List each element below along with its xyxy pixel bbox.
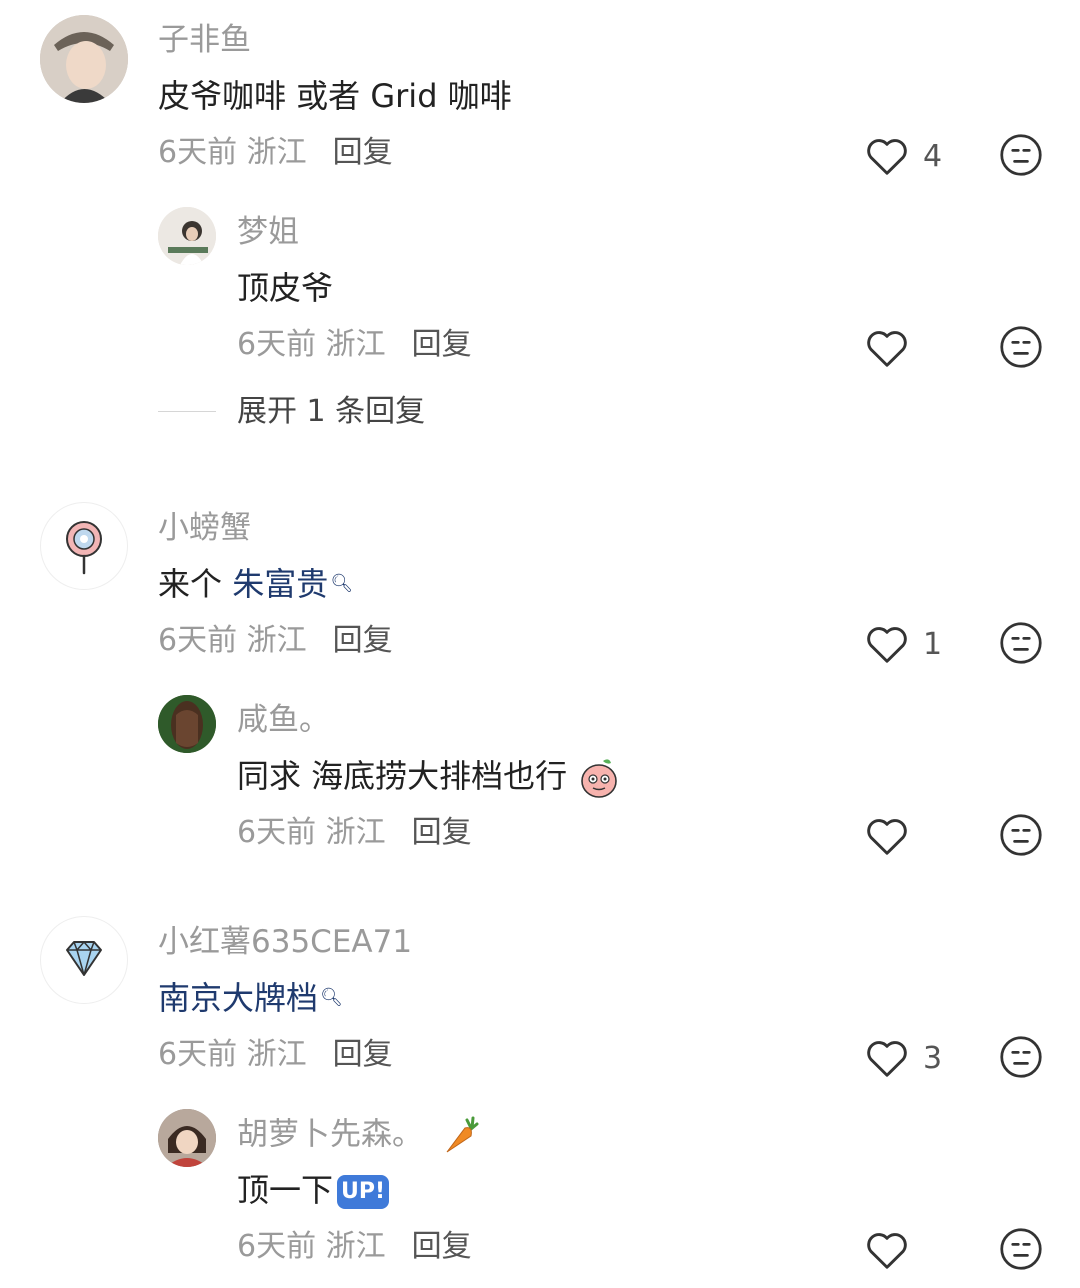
comment-text-body: 同求 海底捞大排档也行 — [237, 757, 568, 795]
reply-button[interactable]: 回复 — [412, 1229, 472, 1264]
avatar[interactable] — [158, 1109, 216, 1167]
like-button[interactable] — [865, 814, 923, 858]
heart-outline-icon — [867, 819, 907, 855]
comment-username[interactable]: 子非鱼 — [158, 20, 251, 60]
expand-replies-button[interactable]: 展开 1 条回复 — [237, 392, 425, 432]
avatar[interactable] — [158, 695, 216, 753]
comment-time-location: 6天前 浙江 — [237, 815, 386, 850]
like-button[interactable] — [865, 326, 923, 370]
comment-username[interactable]: 梦姐 — [237, 212, 299, 252]
expand-divider — [158, 411, 216, 412]
search-keyword-link[interactable]: 朱富贵 — [232, 565, 328, 603]
comment-text: 同求 海底捞大排档也行 — [237, 754, 619, 799]
heart-outline-icon — [867, 331, 907, 367]
comment-meta: 6天前 浙江 回复 — [237, 813, 472, 853]
avatar-photo — [40, 15, 128, 103]
comment-text: 来个 朱富贵 🔍︎ — [158, 562, 353, 606]
avatar-photo — [158, 695, 216, 753]
heart-outline-icon — [867, 139, 907, 175]
like-count: 4 — [923, 138, 943, 174]
comment-username[interactable]: 咸鱼。 — [237, 700, 330, 740]
avatar-photo — [158, 207, 216, 265]
heart-outline-icon — [867, 627, 907, 663]
peach-emoji-icon — [581, 759, 618, 798]
reply-button[interactable]: 回复 — [333, 623, 393, 658]
meh-face-icon[interactable] — [999, 621, 1043, 665]
meh-face-icon[interactable] — [999, 813, 1043, 857]
reply-button[interactable]: 回复 — [333, 1037, 393, 1072]
comment-time-location: 6天前 浙江 — [158, 1037, 307, 1072]
avatar[interactable] — [40, 15, 128, 103]
avatar[interactable] — [158, 207, 216, 265]
comment-meta: 6天前 浙江 回复 — [158, 1035, 393, 1075]
comment-username-text: 胡萝卜先森。 — [237, 1116, 423, 1153]
comment-text: 顶一下 UP! — [237, 1168, 390, 1212]
up-emoji-badge: UP! — [337, 1175, 390, 1209]
like-count: 1 — [923, 626, 943, 662]
avatar[interactable] — [40, 502, 128, 590]
heart-outline-icon — [867, 1233, 907, 1269]
search-icon[interactable]: 🔍︎ — [320, 987, 343, 1008]
comment-time-location: 6天前 浙江 — [158, 623, 307, 658]
meh-face-icon[interactable] — [999, 1227, 1043, 1271]
meh-face-icon[interactable] — [999, 1035, 1043, 1079]
comment-text-body: 顶一下 — [237, 1171, 334, 1209]
comment-text: 皮爷咖啡 或者 Grid 咖啡 — [158, 77, 512, 115]
comment-meta: 6天前 浙江 回复 — [158, 133, 393, 173]
comment-time-location: 6天前 浙江 — [237, 1229, 386, 1264]
reply-button[interactable]: 回复 — [412, 327, 472, 362]
avatar-photo — [158, 1109, 216, 1167]
comment-username[interactable]: 胡萝卜先森。 — [237, 1114, 483, 1158]
comment-username[interactable]: 小红薯635CEA71 — [158, 922, 412, 962]
comment-meta: 6天前 浙江 回复 — [237, 325, 472, 365]
comment-time-location: 6天前 浙江 — [158, 135, 307, 170]
avatar[interactable] — [40, 916, 128, 1004]
comment-meta: 6天前 浙江 回复 — [237, 1227, 472, 1267]
like-button[interactable] — [865, 1228, 923, 1272]
meh-face-icon[interactable] — [999, 325, 1043, 369]
lollipop-icon — [66, 521, 102, 575]
like-button[interactable]: 3 — [865, 1036, 942, 1080]
like-count: 3 — [923, 1040, 943, 1076]
search-keyword-link[interactable]: 南京大牌档 — [158, 979, 318, 1017]
comment-meta: 6天前 浙江 回复 — [158, 621, 393, 661]
diamond-icon — [66, 941, 102, 976]
comment-text: 南京大牌档 🔍︎ — [158, 976, 343, 1020]
comment-username[interactable]: 小螃蟹 — [158, 508, 251, 548]
comment-text: 顶皮爷 — [237, 269, 334, 307]
meh-face-icon[interactable] — [999, 133, 1043, 177]
reply-button[interactable]: 回复 — [412, 815, 472, 850]
heart-outline-icon — [867, 1041, 907, 1077]
carrot-icon — [446, 1116, 479, 1153]
reply-button[interactable]: 回复 — [333, 135, 393, 170]
search-icon[interactable]: 🔍︎ — [330, 573, 353, 594]
comment-text-prefix: 来个 — [158, 565, 233, 603]
like-button[interactable]: 1 — [865, 622, 942, 666]
comment-time-location: 6天前 浙江 — [237, 327, 386, 362]
like-button[interactable]: 4 — [865, 134, 942, 178]
